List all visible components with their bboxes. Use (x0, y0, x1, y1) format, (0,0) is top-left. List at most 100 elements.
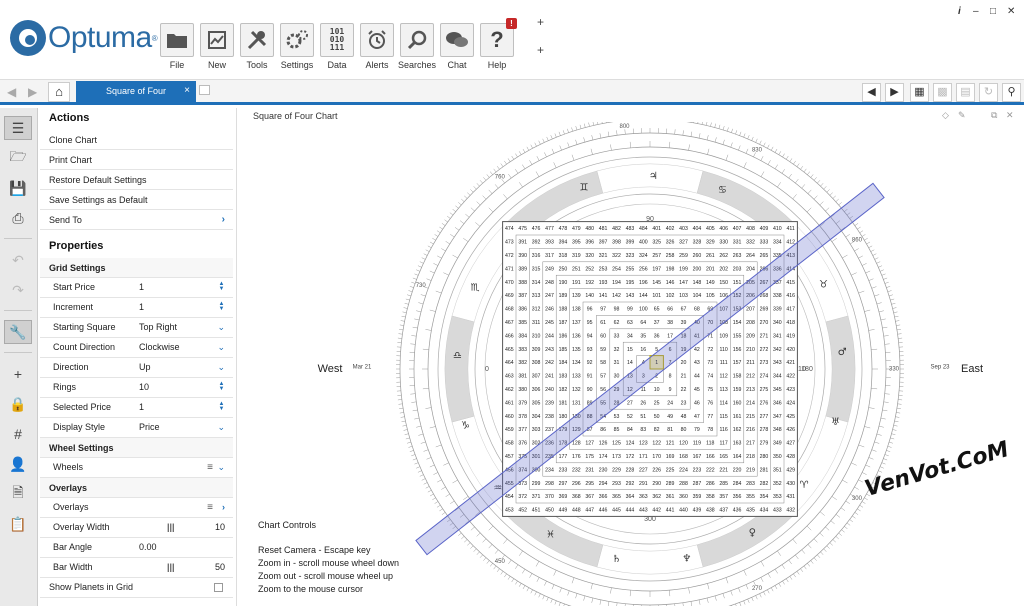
start-price-row[interactable]: Start Price 1 ▲ ▼ (40, 278, 233, 298)
rings-value[interactable]: 10 (139, 378, 149, 397)
spinner-icon[interactable]: ▲ ▼ (218, 381, 225, 392)
ribbon-settings-button[interactable]: Settings (280, 23, 314, 70)
chevron-down-icon[interactable]: ⌄ (217, 458, 225, 477)
wheel-svg[interactable]: 7307608008308603303002704204506090120150… (240, 122, 1024, 606)
clipboard-icon[interactable]: 📋 (4, 512, 32, 536)
spinner-icon[interactable]: ▲ ▼ (218, 401, 225, 412)
grid-cell: 51 (640, 414, 646, 420)
home-icon[interactable]: ⌂ (48, 82, 70, 102)
increment-value[interactable]: 1 (139, 298, 144, 317)
search-icon[interactable]: ⚲ (1002, 83, 1021, 102)
grid-layout-icon[interactable]: ▩ (933, 83, 952, 102)
lock-icon[interactable]: 🔒 (4, 392, 32, 416)
undo-icon[interactable]: ↶ (4, 248, 32, 272)
properties-panel-icon[interactable]: ☰ (4, 116, 32, 140)
starting-square-row[interactable]: Starting Square Top Right ⌄ (40, 318, 233, 338)
wheel-tick (854, 248, 859, 252)
show-planets-checkbox[interactable] (214, 583, 223, 592)
wheels-row[interactable]: Wheels ≡ ⌄ (40, 458, 233, 478)
list-icon[interactable]: ≡ (207, 498, 213, 517)
chart-maximize-icon[interactable]: ⧉ (991, 110, 997, 121)
back-arrow-icon[interactable]: ◀ (7, 85, 16, 99)
tab-close-icon[interactable]: × (184, 81, 190, 101)
chevron-right-icon[interactable]: › (222, 498, 225, 517)
bar-angle-row[interactable]: Bar Angle 0.00 (40, 538, 233, 558)
list-icon[interactable]: ≡ (207, 458, 213, 477)
rings-row[interactable]: Rings 10 ▲ ▼ (40, 378, 233, 398)
forward-arrow-icon[interactable]: ▶ (28, 85, 37, 99)
pin-icon[interactable]: ◇ (942, 110, 949, 121)
send-to-action[interactable]: Send To › (40, 210, 233, 230)
slider-handle-icon[interactable]: ||| (167, 518, 175, 537)
bar-width-value[interactable]: 50 (215, 558, 225, 577)
unpin-icon[interactable]: ✎ (958, 110, 966, 121)
open-folder-icon[interactable]: 🗁 (4, 146, 32, 170)
save-icon[interactable]: 💾 (4, 176, 32, 200)
selected-price-row[interactable]: Selected Price 1 ▲ ▼ (40, 398, 233, 418)
direction-select[interactable]: Up (139, 358, 151, 377)
ribbon-chat-button[interactable]: Chat (440, 23, 474, 70)
ribbon-alerts-button[interactable]: Alerts (360, 23, 394, 70)
layout-icon[interactable]: ▦ (910, 83, 929, 102)
add-ribbon-group-icon[interactable]: + (537, 15, 544, 29)
grid-cell: 103 (679, 293, 688, 299)
restore-defaults-action[interactable]: Restore Default Settings (40, 170, 233, 190)
ribbon-file-button[interactable]: File (160, 23, 194, 70)
wrench-icon[interactable]: 🔧 (4, 320, 32, 344)
scroll-right-icon[interactable]: ▶ (885, 83, 904, 102)
grid-cell: 197 (652, 266, 661, 272)
ribbon-searches-button[interactable]: Searches (398, 23, 436, 70)
square-of-four-chart[interactable]: 7307608008308603303002704204506090120150… (240, 122, 1024, 606)
tab-square-of-four[interactable]: Square of Four × (76, 81, 196, 102)
new-tab-icon[interactable] (199, 85, 210, 95)
direction-row[interactable]: Direction Up ⌄ (40, 358, 233, 378)
user-icon[interactable]: 👤 (4, 452, 32, 476)
redo-icon[interactable]: ↷ (4, 278, 32, 302)
chevron-down-icon[interactable]: ⌄ (217, 418, 225, 437)
start-price-value[interactable]: 1 (139, 278, 144, 297)
info-icon[interactable]: i (958, 6, 961, 17)
overlay-width-value[interactable]: 10 (215, 518, 225, 537)
starting-square-select[interactable]: Top Right (139, 318, 177, 337)
print-layout-icon[interactable]: ▤ (956, 83, 975, 102)
close-window-icon[interactable]: ✕ (1007, 6, 1015, 17)
document-icon[interactable]: 🗎 (4, 482, 32, 506)
save-defaults-action[interactable]: Save Settings as Default (40, 190, 233, 210)
grid-cell: 168 (679, 454, 688, 460)
show-planets-row[interactable]: Show Planets in Grid (40, 578, 233, 598)
chevron-down-icon[interactable]: ⌄ (217, 318, 225, 337)
printer-icon[interactable]: ⎙ (4, 206, 32, 230)
ribbon-help-button[interactable]: ? ! Help (480, 18, 517, 70)
spinner-icon[interactable]: ▲ ▼ (218, 281, 225, 292)
ribbon-tools-button[interactable]: Tools (240, 23, 274, 70)
crosshair-icon[interactable]: + (4, 362, 32, 386)
chevron-down-icon[interactable]: ⌄ (217, 358, 225, 377)
spinner-icon[interactable]: ▲ ▼ (218, 301, 225, 312)
grid-cell: 433 (773, 508, 782, 514)
overlays-row[interactable]: Overlays ≡ › (40, 498, 233, 518)
wheel-tick (476, 183, 480, 187)
grid-icon[interactable]: # (4, 422, 32, 446)
slider-handle-icon[interactable]: ||| (167, 558, 175, 577)
print-chart-action[interactable]: Print Chart (40, 150, 233, 170)
wheel-tick (795, 178, 799, 184)
count-direction-row[interactable]: Count Direction Clockwise ⌄ (40, 338, 233, 358)
scroll-left-icon[interactable]: ◀ (862, 83, 881, 102)
bar-angle-value[interactable]: 0.00 (139, 538, 157, 557)
add-ribbon-group-icon[interactable]: + (537, 43, 544, 57)
chevron-down-icon[interactable]: ⌄ (217, 338, 225, 357)
minimize-icon[interactable]: – (973, 6, 979, 17)
chart-close-icon[interactable]: ✕ (1006, 110, 1014, 121)
increment-row[interactable]: Increment 1 ▲ ▼ (40, 298, 233, 318)
count-direction-select[interactable]: Clockwise (139, 338, 180, 357)
clone-chart-action[interactable]: Clone Chart (40, 130, 233, 150)
maximize-icon[interactable]: □ (990, 6, 996, 17)
selected-price-value[interactable]: 1 (139, 398, 144, 417)
bar-width-row[interactable]: Bar Width ||| 50 (40, 558, 233, 578)
ribbon-new-button[interactable]: New (200, 23, 234, 70)
refresh-icon[interactable]: ↻ (979, 83, 998, 102)
overlay-width-row[interactable]: Overlay Width ||| 10 (40, 518, 233, 538)
display-style-row[interactable]: Display Style Price ⌄ (40, 418, 233, 438)
ribbon-data-button[interactable]: 101 010 111 Data (320, 23, 354, 70)
display-style-select[interactable]: Price (139, 418, 160, 437)
